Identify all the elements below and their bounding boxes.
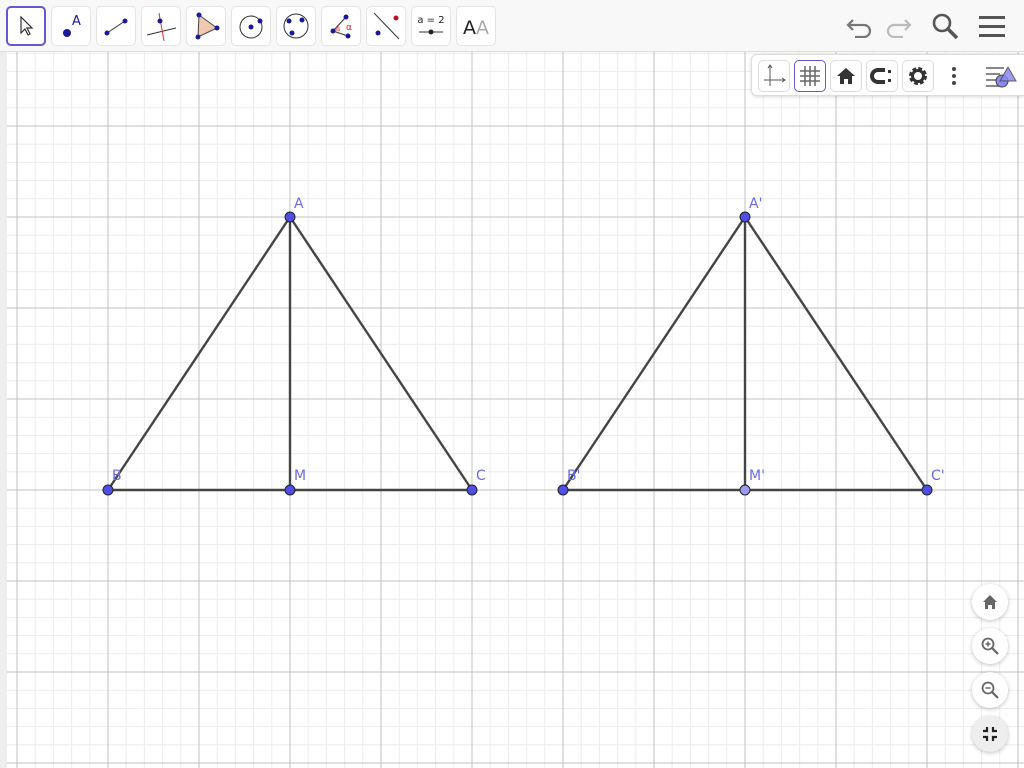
undo-button[interactable] [842,8,878,44]
angle-tool-button[interactable]: α [321,6,361,46]
exit-fullscreen-button[interactable] [972,716,1008,752]
circle-center-point-icon [239,15,263,39]
point-label-A2: A' [749,196,762,212]
magnet-icon [870,68,891,84]
point-capturing-button[interactable] [866,60,898,92]
zoom-in-button[interactable] [972,628,1008,664]
undo-icon [846,19,872,38]
exit-fullscreen-icon [983,727,997,741]
more-vertical-icon [952,67,956,85]
circle-three-points-tool-button[interactable] [276,6,316,46]
point-M2[interactable] [739,484,751,496]
segment-tool-button[interactable] [96,6,136,46]
slider-icon: a = 2 [417,15,445,35]
point-label-C2: C' [931,468,945,484]
standard-view-button[interactable] [830,60,862,92]
gear-icon [909,67,927,85]
zoom-in-icon [981,637,999,655]
text-tool-label-dark: A [463,17,476,39]
point-A2[interactable] [739,211,751,223]
toggle-axes-button[interactable] [758,60,790,92]
graphics-style-bar [751,54,1024,96]
point-B[interactable] [102,484,114,496]
segment-icon [104,18,128,36]
reflect-tool-button[interactable] [366,6,406,46]
angle-icon: α [330,14,352,39]
polygon-tool-button[interactable] [186,6,226,46]
move-tool-button[interactable] [6,6,46,46]
point-label-M: M [294,468,306,484]
point-C2[interactable] [921,484,933,496]
perpendicular-line-icon [146,12,177,41]
more-options-button[interactable] [944,65,964,91]
zoom-out-button[interactable] [972,672,1008,708]
point-C[interactable] [466,484,478,496]
circle-tool-button[interactable] [231,6,271,46]
point-label-C: C [476,468,486,484]
slider-tool-button[interactable]: a = 2 [411,6,451,46]
main-menu-button[interactable] [974,8,1010,44]
text-tool-button[interactable]: AA [456,6,496,46]
toggle-style-bar-button[interactable] [984,63,1020,93]
point-tool-button[interactable]: A [51,6,91,46]
point-label-A: A [294,196,304,212]
style-bar-toggle-icon [986,65,1017,88]
point-B2[interactable] [557,484,569,496]
axes-icon [764,64,786,86]
graphics-view[interactable]: A B M C A' B' M' C' [0,52,1024,768]
home-icon [837,68,855,84]
standard-view-zoom-button[interactable] [972,584,1008,620]
reflect-about-line-icon [373,12,400,40]
redo-button[interactable] [880,8,916,44]
toolbar: A α a = 2 AA [0,0,1024,52]
zoom-out-icon [981,681,999,699]
left-margin [0,52,7,768]
text-icon: AA [463,17,489,39]
search-icon [932,13,959,40]
point-M[interactable] [284,484,296,496]
point-label-B: B [112,468,122,484]
redo-icon [886,19,912,38]
point-tool-label: A [72,14,81,29]
text-tool-label-light: A [476,17,489,39]
circle-three-points-icon [283,13,309,39]
cursor-arrow-icon [20,15,34,36]
perpendicular-line-tool-button[interactable] [141,6,181,46]
point-icon: A [63,14,81,37]
home-icon [983,595,997,609]
slider-tool-label: a = 2 [417,15,444,26]
grid-icon [800,66,820,86]
hamburger-menu-icon [979,16,1005,37]
polygon-icon [195,12,220,40]
point-label-B2: B' [567,468,580,484]
toggle-grid-button[interactable] [794,60,826,92]
angle-tool-label: α [346,23,352,33]
point-A[interactable] [284,211,296,223]
search-button[interactable] [927,8,963,44]
graphics-settings-button[interactable] [902,60,934,92]
point-label-M2: M' [749,468,765,484]
